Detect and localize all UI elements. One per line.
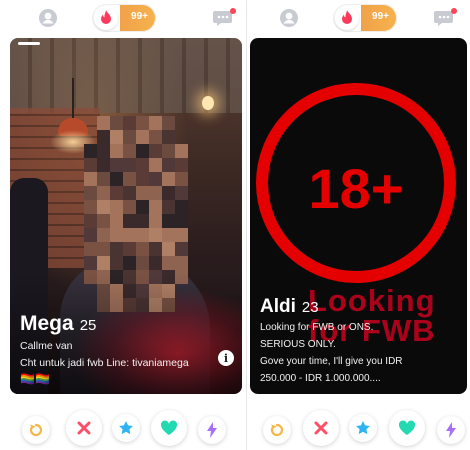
chat-icon[interactable] [433, 8, 457, 28]
superlike-icon [356, 421, 370, 435]
flame-icon [94, 6, 118, 30]
nope-button[interactable] [303, 410, 339, 446]
rainbow-flag-emoji: 🏳‍🌈🏳‍🌈 [20, 372, 50, 386]
profile-bio-line: Callme van [20, 340, 73, 352]
nope-icon [77, 421, 91, 435]
nope-icon [314, 421, 328, 435]
action-bar [247, 408, 470, 448]
profile-name: Aldi [260, 296, 296, 317]
rewind-button[interactable] [22, 416, 50, 444]
boost-icon [446, 422, 456, 438]
wall-light [202, 96, 214, 110]
profile-card[interactable]: Mega 25 Callme van Cht untuk jadi fwb Li… [10, 38, 242, 394]
card-info: Mega 25 Callme van Cht untuk jadi fwb Li… [20, 312, 212, 386]
boost-button[interactable] [437, 416, 465, 444]
like-button[interactable] [389, 410, 425, 446]
likes-count: 99+ [131, 11, 148, 22]
profile-age: 23 [301, 299, 319, 316]
likes-pill[interactable]: 99+ [92, 4, 156, 32]
info-button[interactable]: i [218, 350, 234, 366]
rewind-icon [29, 423, 43, 437]
likes-pill[interactable]: 99+ [333, 4, 397, 32]
profile-bio-line: Gove your time, I'll give you IDR [260, 356, 403, 367]
card-info: Aldi 23 Looking for FWB or ONS. SERIOUS … [260, 296, 461, 386]
profile-bio-line: Looking for FWB or ONS. [260, 322, 374, 333]
like-icon [160, 420, 178, 435]
profile-bio-line: SERIOUS ONLY. [260, 339, 336, 350]
notification-dot [451, 8, 457, 14]
superlike-icon [119, 421, 133, 435]
notification-dot [230, 8, 236, 14]
top-bar: 99+ [247, 0, 470, 36]
action-bar [0, 408, 247, 448]
chat-icon[interactable] [212, 8, 236, 28]
lamp-cord [72, 78, 74, 118]
likes-count: 99+ [372, 11, 389, 22]
like-button[interactable] [151, 410, 187, 446]
right-screen: 99+ 18+ Looking for FWB Aldi 23 Looking … [247, 0, 470, 450]
profile-icon[interactable] [38, 8, 58, 28]
profile-bio-line: 250.000 - IDR 1.000.000.... [260, 373, 381, 384]
rewind-icon [270, 423, 284, 437]
boost-icon [207, 422, 217, 438]
boost-button[interactable] [198, 416, 226, 444]
profile-card[interactable]: 18+ Looking for FWB Aldi 23 Looking for … [250, 38, 467, 394]
top-bar: 99+ [0, 0, 247, 36]
superlike-button[interactable] [112, 414, 140, 442]
rewind-button[interactable] [263, 416, 291, 444]
adult-badge: 18+ [308, 157, 404, 220]
left-screen: 99+ Mega 25 Callme van Cht untuk jadi fw… [0, 0, 247, 450]
nope-button[interactable] [66, 410, 102, 446]
flame-icon [335, 6, 359, 30]
profile-icon[interactable] [279, 8, 299, 28]
profile-age: 25 [79, 317, 97, 334]
profile-bio-line: Cht untuk jadi fwb Line: tivaniamega [20, 357, 189, 369]
like-icon [398, 420, 416, 435]
superlike-button[interactable] [349, 414, 377, 442]
profile-name: Mega [20, 312, 74, 335]
photo-indicator [18, 42, 40, 45]
